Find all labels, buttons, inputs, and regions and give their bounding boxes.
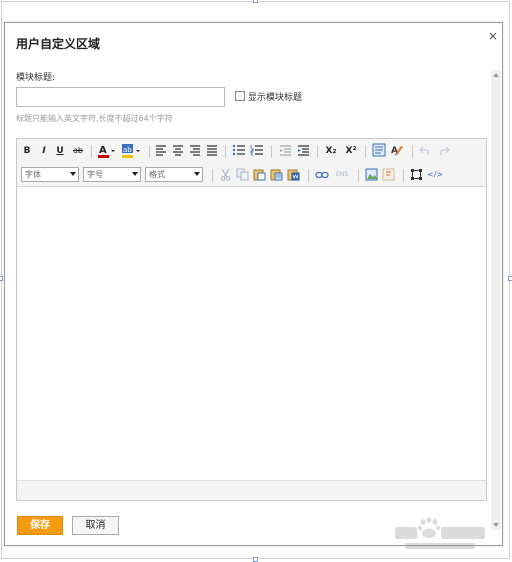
justify-icon[interactable] <box>206 144 218 158</box>
unlink-button[interactable]: ENS <box>333 168 351 182</box>
clear-format-icon[interactable]: A <box>390 143 404 157</box>
format-value: 格式 <box>149 170 165 179</box>
fullscreen-icon[interactable] <box>410 168 423 182</box>
redo-icon[interactable] <box>437 144 450 158</box>
dialog-title: 用户自定义区域 <box>16 37 101 51</box>
align-right-icon[interactable] <box>189 144 201 158</box>
baidu-watermark-logo <box>393 515 489 555</box>
editor-status-bar <box>17 480 486 500</box>
chevron-down-icon <box>194 172 200 176</box>
image-icon[interactable] <box>365 168 378 182</box>
rich-text-editor: B I U ab A ab X₂ X² A 字体 字号 格式 ENS </> <box>16 138 487 501</box>
editor-toolbar: B I U ab A ab X₂ X² A 字体 字号 格式 ENS </> <box>17 139 486 187</box>
scroll-down-icon[interactable] <box>493 523 499 527</box>
bullet-list-icon[interactable] <box>232 144 245 158</box>
flash-icon[interactable] <box>382 168 395 182</box>
subscript-button[interactable]: X₂ <box>323 144 339 158</box>
resize-handle-right[interactable] <box>508 276 512 281</box>
toolbar-separator <box>403 169 404 182</box>
highlight-icon[interactable]: ab <box>121 143 143 159</box>
strikethrough-button[interactable]: ab <box>71 144 85 158</box>
underline-button[interactable]: U <box>55 144 65 158</box>
show-title-checkbox[interactable] <box>235 91 245 101</box>
paste-icon[interactable] <box>253 168 266 182</box>
chevron-down-icon <box>132 172 138 176</box>
resize-handle-left[interactable] <box>0 276 3 281</box>
toolbar-separator <box>308 169 309 182</box>
module-title-input[interactable] <box>16 87 225 107</box>
resize-handle-bottom[interactable] <box>253 557 258 562</box>
bold-button[interactable]: B <box>22 144 32 158</box>
superscript-button[interactable]: X² <box>343 144 359 158</box>
close-icon[interactable]: × <box>488 29 498 43</box>
numbered-list-icon[interactable] <box>250 144 263 158</box>
text-color-glyph: A <box>98 145 115 158</box>
italic-button[interactable]: I <box>39 144 49 158</box>
format-select[interactable]: 格式 <box>145 167 203 182</box>
toolbar-separator <box>271 145 272 158</box>
font-family-value: 字体 <box>25 170 41 179</box>
text-color-letter: A <box>99 145 107 156</box>
outdent-icon[interactable] <box>279 144 292 158</box>
dialog-scrollbar[interactable] <box>491 70 501 530</box>
toolbar-separator <box>91 145 92 158</box>
scroll-up-icon[interactable] <box>493 73 499 77</box>
toolbar-separator <box>358 169 359 182</box>
toolbar-separator <box>225 145 226 158</box>
title-hint: 标题只能输入英文字符,长度不超过64个字符 <box>16 114 173 123</box>
save-button[interactable]: 保存 <box>17 516 63 535</box>
copy-icon[interactable] <box>236 168 249 182</box>
align-left-icon[interactable] <box>155 144 167 158</box>
editor-content-area[interactable] <box>17 187 486 480</box>
undo-icon[interactable] <box>419 144 432 158</box>
toolbar-separator <box>365 145 366 158</box>
font-family-select[interactable]: 字体 <box>21 167 79 182</box>
chevron-down-icon <box>70 172 76 176</box>
source-code-button[interactable]: </> <box>427 168 443 182</box>
toolbar-separator <box>412 145 413 158</box>
align-center-icon[interactable] <box>172 144 184 158</box>
highlight-letters: ab <box>123 146 132 154</box>
text-color-icon[interactable]: A <box>97 143 117 159</box>
paste-word-icon[interactable] <box>287 168 300 182</box>
page: 用户自定义区域 × 模块标题: 显示模块标题 标题只能输入英文字符,长度不超过6… <box>0 0 512 562</box>
paste-text-icon[interactable] <box>270 168 283 182</box>
toolbar-separator <box>317 145 318 158</box>
link-icon[interactable] <box>315 169 329 183</box>
paragraph-icon[interactable] <box>372 143 386 157</box>
resize-handle-top[interactable] <box>253 0 258 3</box>
font-size-value: 字号 <box>87 170 103 179</box>
indent-icon[interactable] <box>297 144 310 158</box>
module-title-label: 模块标题: <box>16 73 56 83</box>
custom-area-dialog: 用户自定义区域 × 模块标题: 显示模块标题 标题只能输入英文字符,长度不超过6… <box>4 22 503 549</box>
show-title-label: 显示模块标题 <box>248 93 303 103</box>
toolbar-separator <box>149 145 150 158</box>
highlight-glyph: ab <box>122 144 140 158</box>
cancel-button[interactable]: 取消 <box>72 516 119 535</box>
toolbar-separator <box>212 169 213 182</box>
font-size-select[interactable]: 字号 <box>83 167 141 182</box>
cut-icon[interactable] <box>219 168 232 182</box>
